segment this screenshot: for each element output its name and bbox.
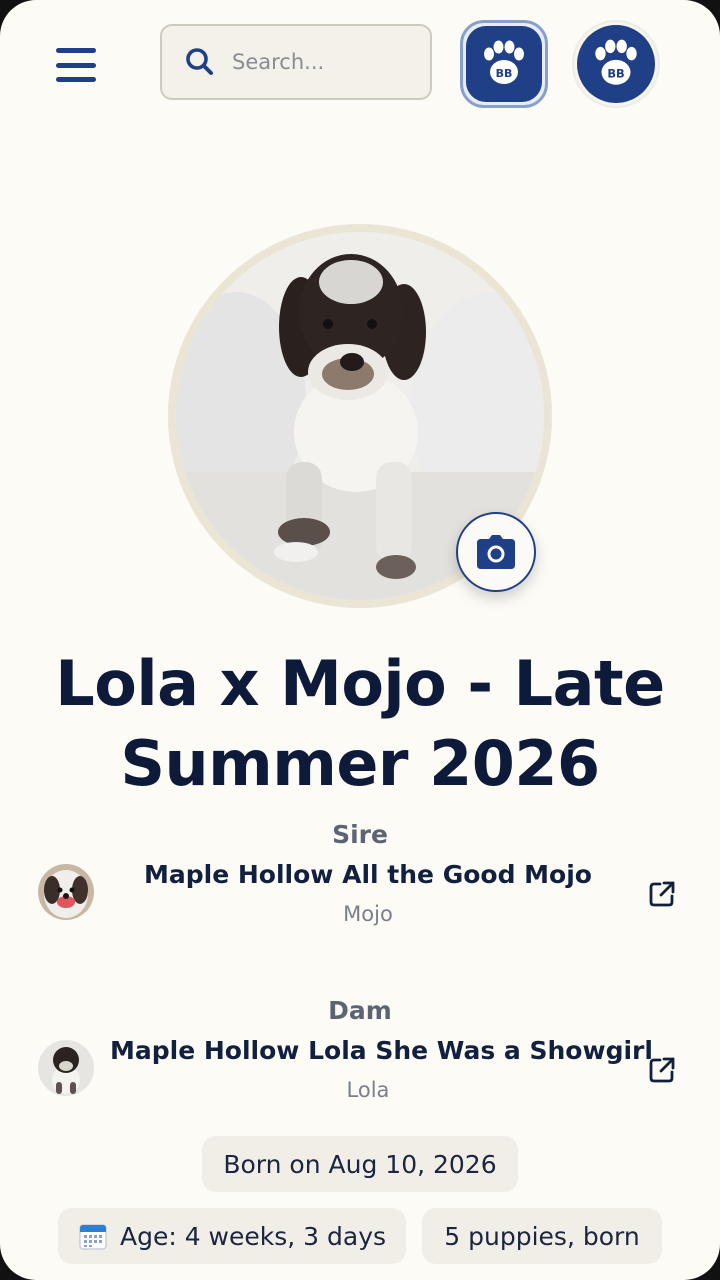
born-date-chip: Born on Aug 10, 2026 [202, 1136, 518, 1192]
litter-title: Lola x Mojo - Late Summer 2026 [55, 647, 665, 800]
calendar-icon [79, 1224, 107, 1250]
dam-avatar[interactable] [38, 1040, 94, 1096]
kennel-switch-button[interactable]: BB [572, 20, 660, 108]
app-screen: BB BB [0, 0, 720, 1280]
sire-section: Sire Maple Hollow All the Good Mojo Mojo [0, 820, 720, 926]
search-input[interactable] [230, 49, 424, 75]
kennel-switch-button-active[interactable]: BB [460, 20, 548, 108]
sire-avatar[interactable] [38, 864, 94, 920]
born-date-text: Born on Aug 10, 2026 [223, 1149, 497, 1179]
sire-call-name: Mojo [343, 902, 393, 926]
age-chip: Age: 4 weeks, 3 days [58, 1208, 406, 1264]
dam-registered-name: Maple Hollow Lola She Was a Showgirl [110, 1036, 653, 1065]
search-box[interactable] [160, 24, 432, 100]
sire-external-link-icon[interactable] [648, 880, 676, 908]
puppies-chip: 5 puppies, born [422, 1208, 662, 1264]
puppies-text: 5 puppies, born [444, 1221, 640, 1251]
paw-logo-icon: BB [484, 40, 524, 84]
dam-external-link-icon[interactable] [648, 1056, 676, 1084]
sire-registered-name: Maple Hollow All the Good Mojo [144, 860, 592, 889]
paw-logo-icon: BB [595, 39, 637, 85]
brand-initials: BB [607, 66, 624, 80]
change-photo-button[interactable] [456, 512, 536, 592]
camera-icon [477, 535, 515, 569]
dam-role-label: Dam [328, 996, 392, 1025]
search-icon [186, 48, 213, 75]
menu-icon[interactable] [56, 48, 96, 82]
dam-call-name: Lola [346, 1078, 390, 1102]
age-text: Age: 4 weeks, 3 days [119, 1221, 387, 1251]
sire-role-label: Sire [332, 820, 388, 849]
brand-initials: BB [496, 67, 513, 80]
dam-section: Dam Maple Hollow Lola She Was a Showgirl… [0, 996, 720, 1102]
